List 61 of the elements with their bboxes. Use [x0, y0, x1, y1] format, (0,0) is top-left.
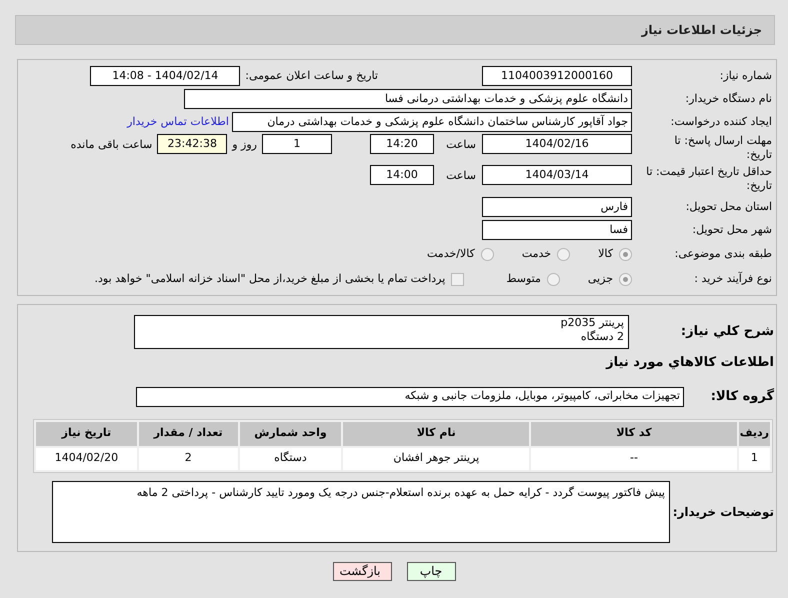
table-cell: 1	[738, 448, 770, 470]
contact-link[interactable]: اطلاعات تماس خریدار	[127, 114, 229, 130]
text-field[interactable]: 1404/02/14 - 14:08	[90, 66, 240, 86]
text-field[interactable]: 1104003912000160	[482, 66, 632, 86]
field-label: توضیحات خریدار:	[672, 504, 775, 520]
table-cell: 2	[138, 448, 238, 470]
radio-button[interactable]	[546, 272, 560, 286]
text-field[interactable]: 1404/02/16	[482, 134, 632, 154]
radio-button[interactable]	[557, 248, 570, 260]
field-label: ایجاد کننده درخواست:	[670, 115, 773, 129]
countdown-field[interactable]: 23:42:38	[157, 134, 228, 154]
field-label: شرح کلي نياز:	[680, 323, 775, 342]
field-label: گروه کالا:	[710, 387, 775, 406]
column-header: ردیف	[738, 422, 770, 446]
radio-button[interactable]	[619, 248, 632, 260]
text-field[interactable]: 14:20	[370, 134, 434, 154]
field-label: جزیی	[588, 270, 613, 287]
text-field[interactable]: فسا	[482, 220, 632, 240]
field-label: ساعت باقی مانده	[70, 137, 152, 153]
table-cell: --	[531, 448, 737, 470]
field-label: خدمت	[522, 246, 552, 262]
field-label: پرداخت تمام یا بخشی از مبلغ خرید،از محل "اسناد خزانه اسلامی" خواهد بود.	[94, 270, 446, 287]
text-field[interactable]: دانشگاه علوم پزشکی و خدمات بهداشتی درمانی فسا	[184, 89, 632, 109]
field-label: روز و	[232, 137, 257, 153]
checkbox[interactable]	[451, 272, 464, 286]
column-header: تعداد / مقدار	[138, 422, 238, 446]
field-label: ساعت	[445, 137, 476, 153]
text-field[interactable]: فارس	[482, 197, 632, 217]
text-area[interactable]: پیش فاکتور پیوست گردد - کرایه حمل به عهده برنده استعلام-جنس درجه یک ومورد تایید کارشناس - پرداختی 2 ماهه	[52, 480, 670, 542]
field-label: متوسط	[506, 270, 541, 287]
text-field[interactable]: 1	[262, 134, 332, 154]
text-field[interactable]: تجهیزات مخابراتی، کامپیوتر، موبایل، ملزومات جانبی و شبکه	[136, 386, 684, 406]
radio-button[interactable]	[480, 248, 494, 260]
text-field[interactable]: 14:00	[370, 165, 434, 185]
section-heading: اطلاعات کالاهاي مورد نياز	[604, 354, 775, 372]
table-cell: پرینتر جوهر افشان	[343, 448, 530, 470]
table-cell: دستگاه	[240, 448, 342, 470]
field-label: شهر محل تحویل:	[691, 223, 773, 237]
table-cell: 1404/02/20	[36, 448, 137, 470]
column-header: نام کالا	[343, 422, 530, 446]
page-title: جزئیات اطلاعات نیاز	[641, 22, 762, 39]
field-label: ساعت	[445, 168, 476, 184]
column-header: تاریخ نیاز	[36, 422, 137, 446]
radio-button[interactable]	[619, 272, 632, 286]
text-area[interactable]: پرینتر p2035 2 دستگاه	[134, 315, 629, 349]
column-header: کد کالا	[531, 422, 737, 446]
field-label: حداقل تاریخ اعتبار قیمت: تا تاریخ:	[645, 165, 773, 193]
field-label: نام دستگاه خریدار:	[684, 92, 773, 106]
column-header: واحد شمارش	[240, 422, 342, 446]
back-button[interactable]: بازگشت	[332, 562, 392, 580]
field-label: کالا/خدمت	[427, 246, 475, 262]
print-button[interactable]: چاپ	[406, 562, 456, 580]
field-label: تاریخ و ساعت اعلان عمومی:	[245, 68, 378, 84]
field-label: کالا	[598, 246, 613, 262]
field-label: نوع فرآیند خرید :	[693, 272, 773, 286]
field-label: مهلت ارسال پاسخ: تا تاریخ:	[673, 134, 773, 162]
field-label: طبقه بندی موضوعی:	[674, 247, 773, 261]
field-label: شماره نیاز:	[718, 69, 773, 83]
field-label: استان محل تحویل:	[684, 200, 773, 214]
text-field[interactable]: 1404/03/14	[482, 165, 632, 185]
text-field[interactable]: جواد آقاپور کارشناس ساختمان دانشگاه علوم پزشکی و خدمات بهداشتی درمان	[232, 112, 632, 132]
